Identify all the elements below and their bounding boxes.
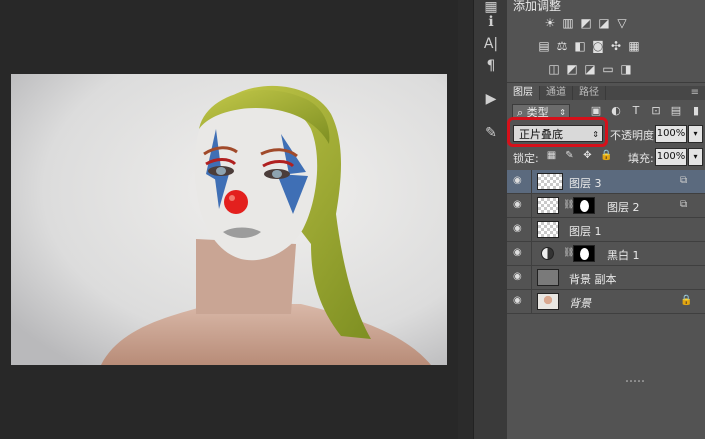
tab-channels[interactable]: 通道 — [540, 86, 573, 100]
curves-icon[interactable]: ◩ — [579, 16, 593, 30]
adjustments-panel: 添加调整 ☀ ▥ ◩ ◪ ▽ ▤ ⚖ ◧ ◙ ✣ ▦ ◫ ◩ ◪ ▭ ◨ — [507, 0, 705, 83]
canvas-photo[interactable] — [11, 74, 447, 365]
hue-saturation-icon[interactable]: ▤ — [537, 39, 551, 53]
smart-object-icon: ⧉ — [680, 199, 688, 210]
vibrance-icon[interactable]: ▽ — [615, 16, 629, 30]
panel-dock-strip: ▦ ℹ A| ¶ ▶ ✎ — [473, 0, 508, 439]
levels-icon[interactable]: ▥ — [561, 16, 575, 30]
layer-row-layer1[interactable]: ◉ 图层 1 — [507, 218, 705, 242]
tool-presets-icon[interactable]: ✎ — [482, 124, 500, 142]
lock-position-icon[interactable]: ✥ — [582, 150, 593, 161]
visibility-eye-icon[interactable]: ◉ — [513, 175, 527, 187]
pixel-filter-icon[interactable]: ▣ — [590, 105, 602, 117]
invert-icon[interactable]: ◫ — [547, 62, 561, 76]
posterize-icon[interactable]: ◩ — [565, 62, 579, 76]
divider — [531, 290, 532, 313]
adjustments-row-1: ☀ ▥ ◩ ◪ ▽ — [543, 16, 629, 30]
blend-row: 正片叠底 ⇕ 不透明度: 100% ▾ — [507, 117, 703, 147]
layer-thumbnail — [537, 269, 559, 286]
layer-row-background[interactable]: ◉ 背景 🔒 — [507, 290, 705, 314]
layer-row-blackwhite1[interactable]: ◉ ⛓ 黑白 1 — [507, 242, 705, 266]
actions-play-icon[interactable]: ▶ — [482, 90, 500, 108]
highlight-annotation — [507, 117, 608, 147]
layer-thumbnail — [537, 293, 559, 310]
layer-row-layer3[interactable]: ◉ 图层 3 ⧉ — [507, 170, 705, 194]
lock-label: 锁定: — [513, 152, 539, 165]
adjustments-row-2: ▤ ⚖ ◧ ◙ ✣ ▦ — [537, 39, 641, 53]
layers-panel-tabs: 图层 通道 路径 ≡ — [507, 86, 705, 100]
tab-layers[interactable]: 图层 — [507, 86, 540, 100]
layer-mask-thumbnail[interactable] — [573, 197, 595, 214]
visibility-eye-icon[interactable]: ◉ — [513, 271, 527, 283]
layer-name: 背景 副本 — [569, 273, 617, 286]
opacity-label: 不透明度: — [610, 129, 658, 142]
layers-list: ◉ 图层 3 ⧉ ◉ ⛓ 图层 2 ⧉ ◉ 图层 1 ◉ ⛓ 黑白 1 ◉ 背景… — [507, 170, 705, 314]
divider — [531, 170, 532, 193]
channel-mixer-icon[interactable]: ✣ — [609, 39, 623, 53]
info-icon[interactable]: ℹ — [482, 13, 500, 31]
divider — [531, 242, 532, 265]
smart-object-filter-icon[interactable]: ▤ — [670, 105, 682, 117]
filter-toggle-icon[interactable]: ▮ — [690, 105, 702, 117]
layer-name: 背景 — [569, 297, 591, 310]
document-canvas-area — [0, 0, 458, 439]
lock-transparent-icon[interactable]: ▦ — [546, 150, 557, 161]
tab-paths[interactable]: 路径 — [573, 86, 606, 100]
panel-resize-handle[interactable] — [625, 379, 647, 383]
exposure-icon[interactable]: ◪ — [597, 16, 611, 30]
divider — [531, 194, 532, 217]
layer-thumbnail — [537, 173, 563, 190]
adjustment-layer-icon — [541, 247, 554, 260]
black-white-icon[interactable]: ◧ — [573, 39, 587, 53]
character-icon[interactable]: A| — [482, 35, 500, 53]
right-panel: 添加调整 ☀ ▥ ◩ ◪ ▽ ▤ ⚖ ◧ ◙ ✣ ▦ ◫ ◩ ◪ ▭ ◨ 图层 … — [507, 0, 705, 439]
panel-gap — [458, 0, 473, 439]
opacity-input[interactable]: 100% — [655, 125, 687, 143]
visibility-eye-icon[interactable]: ◉ — [513, 295, 527, 307]
clown-portrait-image — [11, 74, 447, 365]
fill-dropdown-button[interactable]: ▾ — [688, 148, 703, 166]
fill-input[interactable]: 100% — [655, 148, 687, 166]
layer-name: 图层 3 — [569, 177, 602, 190]
color-balance-icon[interactable]: ⚖ — [555, 39, 569, 53]
lock-image-icon[interactable]: ✎ — [564, 150, 575, 161]
selective-color-icon[interactable]: ◨ — [619, 62, 633, 76]
link-chain-icon[interactable]: ⛓ — [563, 248, 574, 259]
panel-menu-icon[interactable]: ≡ — [685, 86, 705, 100]
layer-name: 黑白 1 — [607, 249, 640, 262]
gradient-map-icon[interactable]: ▭ — [601, 62, 615, 76]
layer-row-layer2[interactable]: ◉ ⛓ 图层 2 ⧉ — [507, 194, 705, 218]
visibility-eye-icon[interactable]: ◉ — [513, 199, 527, 211]
threshold-icon[interactable]: ◪ — [583, 62, 597, 76]
opacity-dropdown-button[interactable]: ▾ — [688, 125, 703, 143]
layer-mask-thumbnail[interactable] — [573, 245, 595, 262]
divider — [531, 266, 532, 289]
type-filter-icon[interactable]: T — [630, 105, 642, 117]
layer-row-background-copy[interactable]: ◉ 背景 副本 — [507, 266, 705, 290]
lock-icon: 🔒 — [680, 295, 693, 306]
fill-label: 填充: — [628, 152, 654, 165]
divider — [531, 218, 532, 241]
paragraph-icon[interactable]: ¶ — [482, 57, 500, 75]
shape-filter-icon[interactable]: ⊡ — [650, 105, 662, 117]
visibility-eye-icon[interactable]: ◉ — [513, 247, 527, 259]
lock-row: 锁定: ▦ ✎ ✥ 🔒 填充: 100% ▾ — [510, 147, 703, 167]
layer-thumbnail — [537, 197, 559, 214]
visibility-eye-icon[interactable]: ◉ — [513, 223, 527, 235]
photo-filter-icon[interactable]: ◙ — [591, 39, 605, 53]
adjustment-filter-icon[interactable]: ◐ — [610, 105, 622, 117]
adjustments-title: 添加调整 — [513, 0, 562, 13]
link-chain-icon[interactable]: ⛓ — [563, 200, 574, 211]
adjustments-row-3: ◫ ◩ ◪ ▭ ◨ — [547, 62, 633, 76]
layer-thumbnail — [537, 221, 559, 238]
brightness-icon[interactable]: ☀ — [543, 16, 557, 30]
layer-name: 图层 1 — [569, 225, 602, 238]
color-lookup-icon[interactable]: ▦ — [627, 39, 641, 53]
lock-all-icon[interactable]: 🔒 — [600, 150, 612, 161]
layer-name: 图层 2 — [607, 201, 640, 214]
smart-object-icon: ⧉ — [680, 175, 688, 186]
